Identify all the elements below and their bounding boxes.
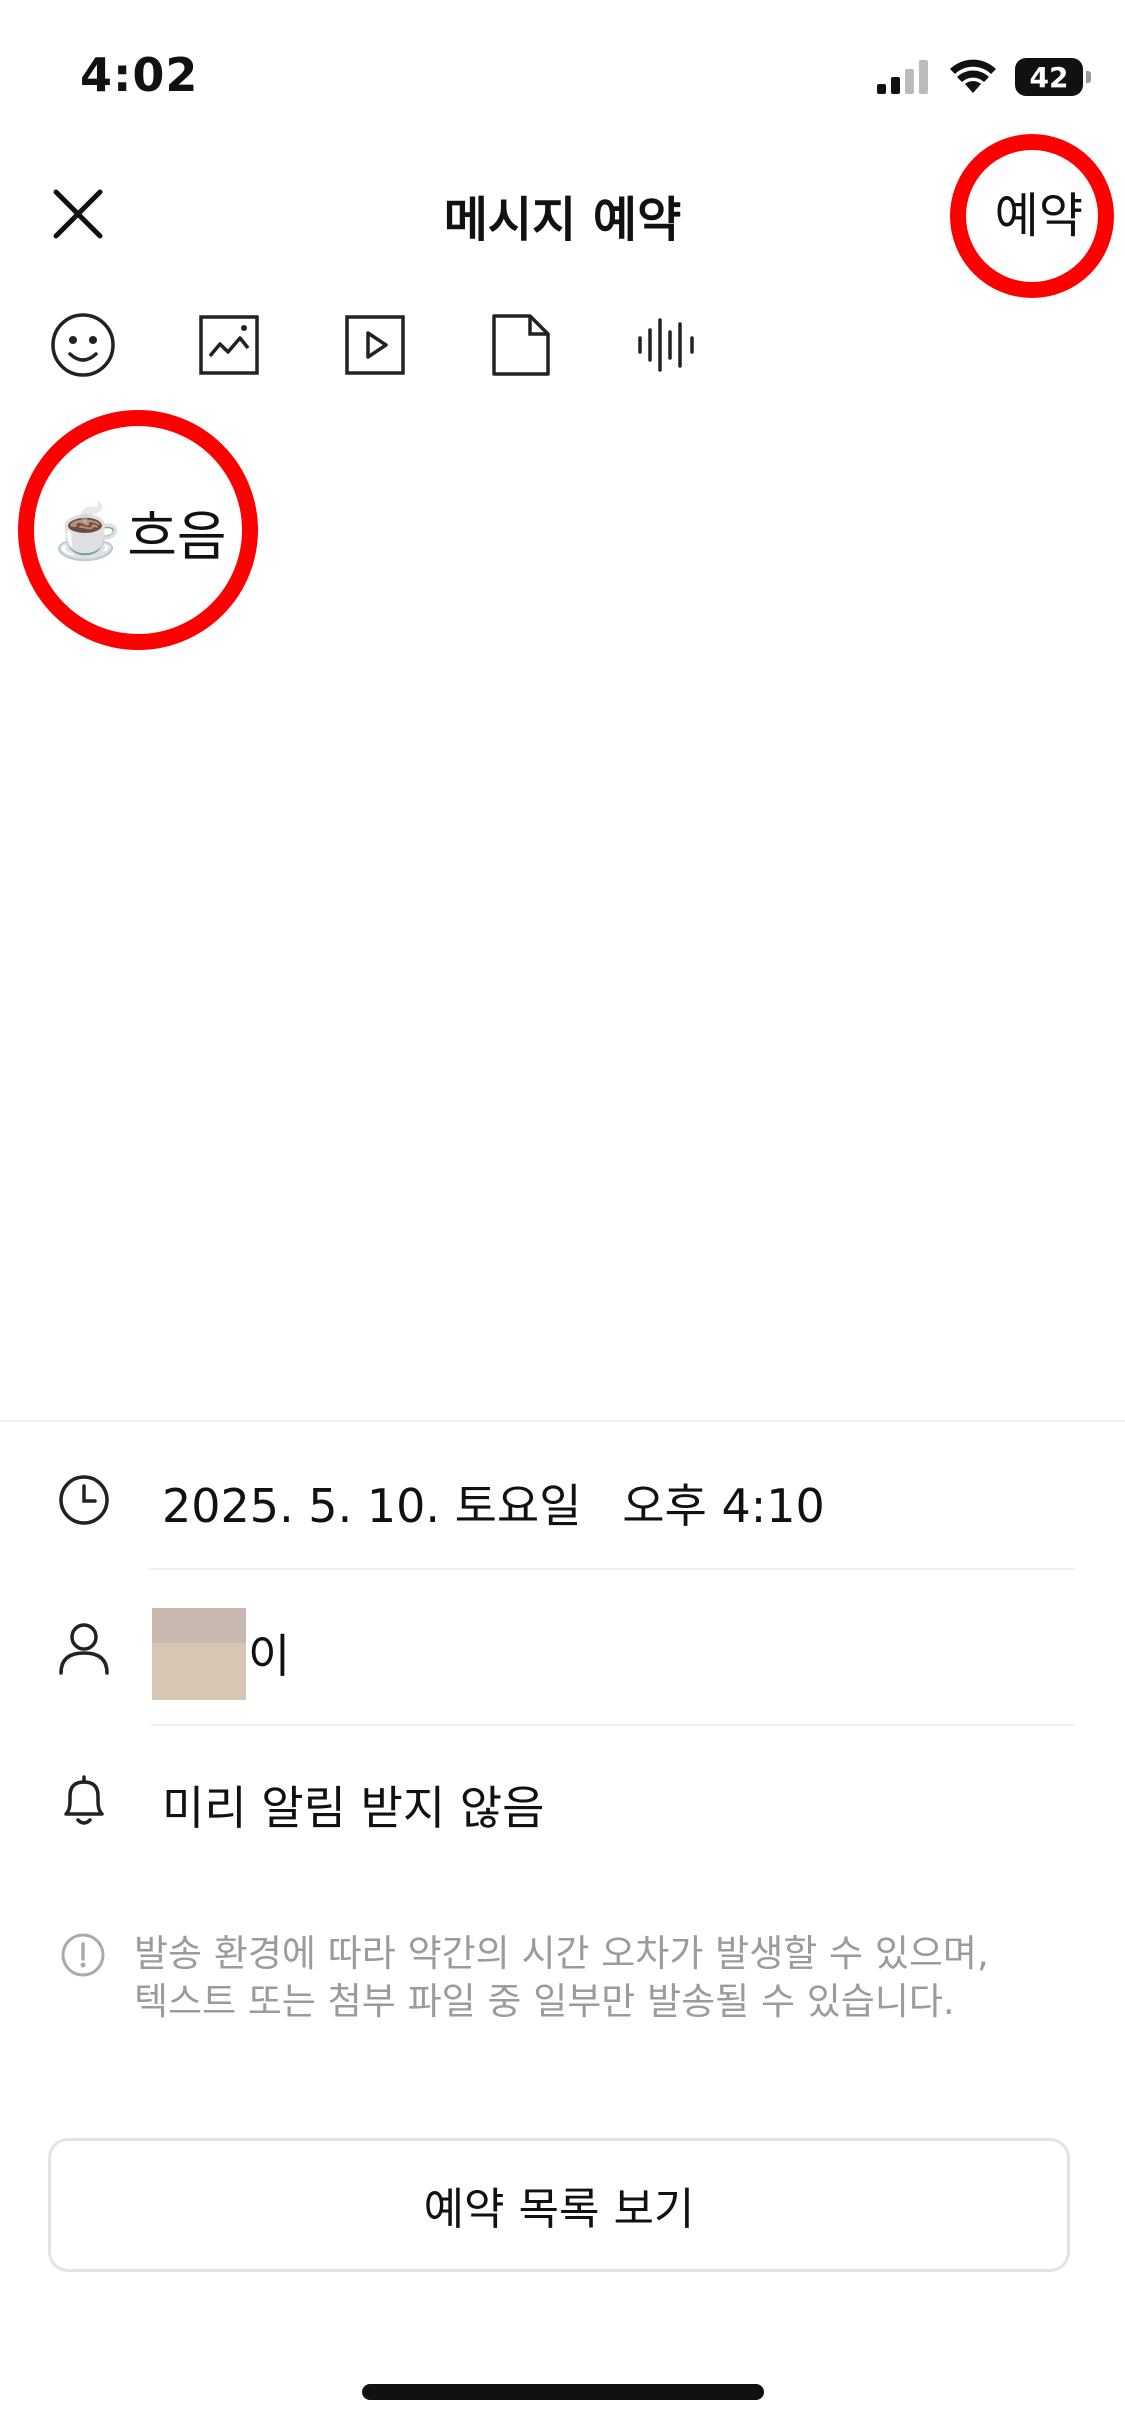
person-icon [59, 1623, 109, 1675]
notice-text: 발송 환경에 따라 약간의 시간 오차가 발생할 수 있으며, 텍스트 또는 첨… [134, 1930, 989, 2026]
coffee-emoji: ☕️ [54, 499, 122, 563]
message-text: 흐음 [127, 505, 227, 568]
reserve-button[interactable]: 예약 [995, 176, 1083, 246]
voice-icon[interactable] [634, 312, 700, 378]
alert-setting[interactable]: 미리 알림 받지 않음 [162, 1772, 544, 1838]
bell-icon [64, 1775, 104, 1825]
battery-icon: 42 [1015, 58, 1091, 96]
view-schedule-list-button[interactable]: 예약 목록 보기 [48, 2138, 1070, 2272]
file-icon[interactable] [488, 312, 554, 378]
video-icon[interactable] [342, 312, 408, 378]
status-icons: 42 [877, 58, 1091, 96]
page-title: 메시지 예약 [443, 192, 682, 248]
notice-line-2: 텍스트 또는 첨부 파일 중 일부만 발송될 수 있습니다. [134, 1980, 955, 2023]
emoji-icon[interactable] [50, 312, 116, 378]
row-divider [150, 1568, 1075, 1570]
wifi-icon [950, 59, 996, 93]
row-divider [150, 1724, 1075, 1726]
schedule-time: 오후 4:10 [622, 1479, 825, 1533]
schedule-row[interactable]: 2025. 5. 10. 토요일 오후 4:10 [162, 1470, 825, 1536]
attachment-toolbar [50, 312, 700, 378]
avatar [152, 1608, 246, 1700]
section-divider [0, 1420, 1125, 1422]
cellular-signal-icon [877, 60, 928, 94]
status-time: 4:02 [80, 48, 199, 102]
notice-line-1: 발송 환경에 따라 약간의 시간 오차가 발생할 수 있으며, [134, 1932, 989, 1975]
info-icon [61, 1933, 105, 1977]
home-indicator [362, 2384, 764, 2400]
photo-icon[interactable] [196, 312, 262, 378]
clock-icon [59, 1475, 109, 1525]
message-content[interactable]: ☕️ 흐음 [54, 492, 227, 571]
recipient-name[interactable]: 이 [248, 1620, 290, 1686]
schedule-date: 2025. 5. 10. 토요일 [162, 1479, 582, 1533]
